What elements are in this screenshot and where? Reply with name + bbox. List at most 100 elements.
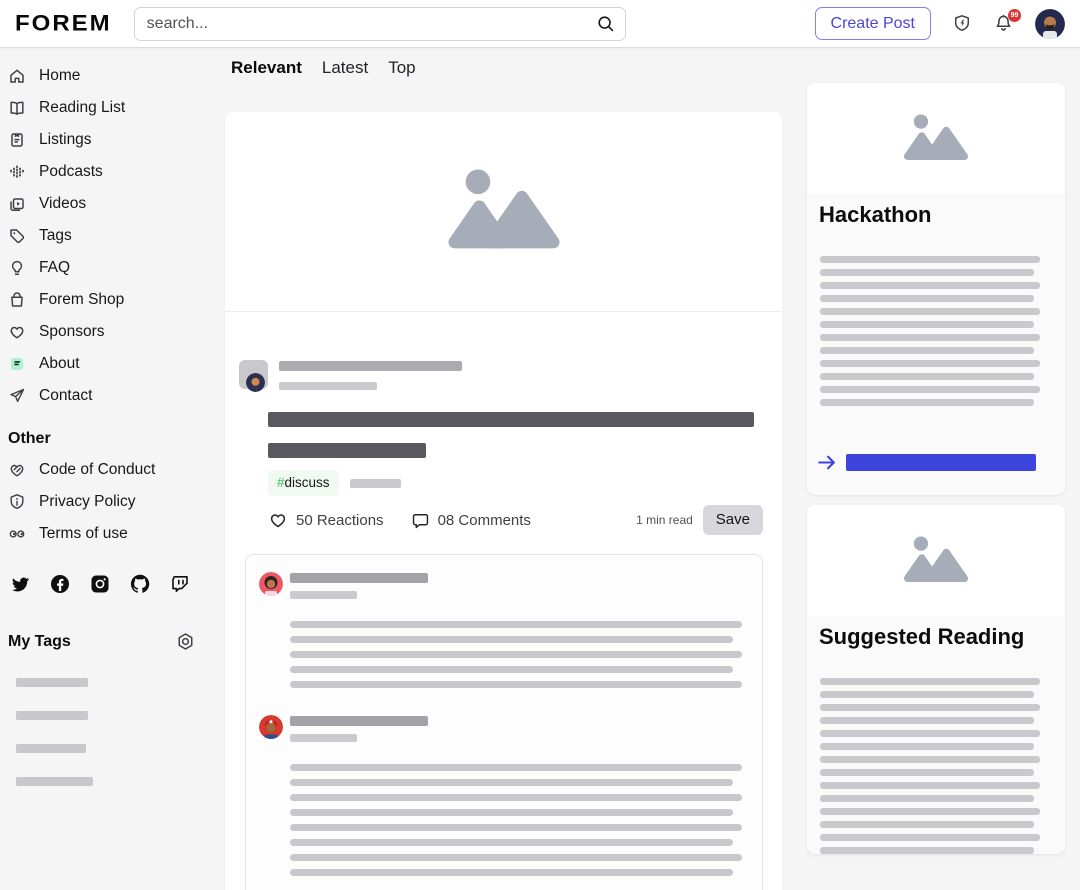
article-title-skeleton bbox=[268, 412, 754, 458]
skeleton-link-bar bbox=[846, 454, 1036, 471]
article-tags-row: #discuss bbox=[268, 470, 782, 496]
author-avatar[interactable] bbox=[246, 373, 265, 392]
facebook-icon[interactable] bbox=[50, 574, 70, 594]
user-avatar[interactable] bbox=[1035, 9, 1065, 39]
skeleton-tag bbox=[350, 479, 401, 488]
sidebar-item-about[interactable]: About bbox=[0, 348, 225, 380]
skeleton-title-line bbox=[268, 443, 426, 458]
tab-relevant[interactable]: Relevant bbox=[231, 58, 302, 78]
sidebar-item-faq[interactable]: FAQ bbox=[0, 252, 225, 284]
twitch-icon[interactable] bbox=[170, 574, 190, 594]
sidebar-item-podcasts[interactable]: Podcasts bbox=[0, 156, 225, 188]
sidebar-item-contact[interactable]: Contact bbox=[0, 380, 225, 412]
skeleton-line bbox=[820, 269, 1034, 276]
skeleton-line bbox=[290, 779, 733, 786]
skeleton-line bbox=[820, 834, 1040, 841]
my-tags-title: My Tags bbox=[8, 633, 71, 651]
sidebar-item-reading-list[interactable]: Reading List bbox=[0, 92, 225, 124]
sidebar-item-videos[interactable]: Videos bbox=[0, 188, 225, 220]
skeleton-line bbox=[820, 386, 1040, 393]
search-bar bbox=[134, 7, 626, 41]
hackathon-cta-link[interactable] bbox=[816, 452, 1065, 495]
suggested-reading-text-skeleton bbox=[820, 678, 1053, 854]
skeleton-line bbox=[820, 347, 1034, 354]
tag-icon bbox=[8, 227, 26, 245]
sidebar-item-label: Reading List bbox=[39, 99, 125, 117]
sidebar-item-listings[interactable]: Listings bbox=[0, 124, 225, 156]
sidebar-item-label: Home bbox=[39, 67, 80, 85]
heart-icon bbox=[268, 510, 288, 530]
notification-badge: 99 bbox=[1008, 9, 1021, 22]
reactions-count: 50 Reactions bbox=[296, 512, 384, 529]
feed-tabs: Relevant Latest Top bbox=[225, 48, 782, 78]
notifications-bell-button[interactable]: 99 bbox=[993, 13, 1014, 34]
read-time: 1 min read bbox=[636, 513, 693, 527]
skeleton-bar bbox=[16, 678, 88, 687]
comments-button[interactable]: 08 Comments bbox=[411, 505, 531, 536]
shield-info-icon bbox=[8, 493, 26, 511]
comment-skeleton bbox=[259, 572, 742, 688]
tab-latest[interactable]: Latest bbox=[322, 58, 368, 78]
tag-hash: # bbox=[277, 475, 285, 490]
tag-discuss[interactable]: #discuss bbox=[268, 470, 339, 496]
sidebar-item-privacy-policy[interactable]: Privacy Policy bbox=[0, 486, 225, 518]
skeleton-line bbox=[290, 869, 733, 876]
arrow-right-icon bbox=[816, 452, 837, 473]
skeleton-commenter-name bbox=[290, 716, 428, 726]
skeleton-author-name bbox=[279, 361, 462, 371]
skeleton-line bbox=[820, 360, 1040, 367]
commenter-avatar[interactable] bbox=[259, 715, 283, 739]
reactions-button[interactable]: 50 Reactions bbox=[268, 504, 384, 536]
skeleton-line bbox=[820, 308, 1040, 315]
skeleton-bar bbox=[16, 744, 86, 753]
skeleton-publish-date bbox=[279, 382, 377, 390]
my-tags-header: My Tags bbox=[8, 632, 195, 651]
forem-logo[interactable]: FOREM bbox=[15, 11, 112, 37]
twitter-icon[interactable] bbox=[10, 574, 30, 594]
instagram-icon[interactable] bbox=[90, 574, 110, 594]
skeleton-line bbox=[820, 704, 1040, 711]
article-author-row bbox=[239, 360, 782, 390]
skeleton-comment-date bbox=[290, 591, 357, 599]
skeleton-line bbox=[820, 282, 1040, 289]
sidebar-item-tags[interactable]: Tags bbox=[0, 220, 225, 252]
skeleton-line bbox=[820, 399, 1034, 406]
sidebar-item-label: Podcasts bbox=[39, 163, 103, 181]
github-icon[interactable] bbox=[130, 574, 150, 594]
sidebar-item-terms-of-use[interactable]: Terms of use bbox=[0, 518, 225, 550]
comments-section bbox=[245, 554, 763, 890]
skeleton-bar bbox=[16, 711, 88, 720]
sidebar-item-label: FAQ bbox=[39, 259, 70, 277]
left-sidebar: Home Reading List Listings Podcasts Vide… bbox=[0, 48, 225, 810]
gear-icon[interactable] bbox=[176, 632, 195, 651]
org-avatar-placeholder[interactable] bbox=[239, 360, 268, 389]
right-sidebar: Hackathon Suggested Reading bbox=[807, 48, 1065, 860]
skeleton-line bbox=[820, 847, 1034, 854]
sidebar-item-home[interactable]: Home bbox=[0, 60, 225, 92]
sidebar-item-sponsors[interactable]: Sponsors bbox=[0, 316, 225, 348]
shopping-bag-icon bbox=[8, 291, 26, 309]
skeleton-line bbox=[290, 854, 742, 861]
book-icon bbox=[8, 99, 26, 117]
skeleton-line bbox=[820, 256, 1040, 263]
tab-top[interactable]: Top bbox=[388, 58, 415, 78]
skeleton-line bbox=[820, 808, 1040, 815]
sidebar-item-label: Forem Shop bbox=[39, 291, 124, 309]
main-feed: Relevant Latest Top bbox=[225, 48, 782, 890]
comments-count: 08 Comments bbox=[438, 512, 531, 529]
save-button[interactable]: Save bbox=[703, 505, 763, 535]
skeleton-line bbox=[820, 756, 1040, 763]
sidebar-nav: Home Reading List Listings Podcasts Vide… bbox=[0, 60, 225, 412]
search-input[interactable] bbox=[134, 7, 626, 41]
hackathon-title: Hackathon bbox=[819, 202, 1053, 228]
commenter-avatar[interactable] bbox=[259, 572, 283, 596]
sidebar-item-label: Tags bbox=[39, 227, 72, 245]
sidebar-item-forem-shop[interactable]: Forem Shop bbox=[0, 284, 225, 316]
heart-icon bbox=[8, 323, 26, 341]
article-actions-row: 50 Reactions 08 Comments 1 min read Save bbox=[268, 504, 763, 536]
moderation-shield-button[interactable] bbox=[952, 14, 972, 34]
sidebar-item-code-of-conduct[interactable]: Code of Conduct bbox=[0, 454, 225, 486]
create-post-button[interactable]: Create Post bbox=[815, 7, 931, 40]
skeleton-line bbox=[290, 824, 742, 831]
article-author-meta bbox=[279, 360, 462, 390]
